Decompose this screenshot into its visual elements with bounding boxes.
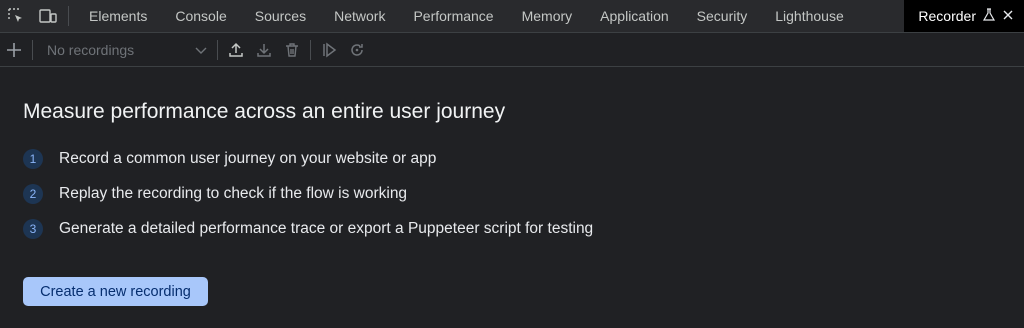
step-text: Record a common user journey on your web… <box>59 150 437 167</box>
replay-icon[interactable] <box>315 34 343 66</box>
step-number-badge: 2 <box>23 184 43 204</box>
tab-network[interactable]: Network <box>320 0 399 32</box>
flask-icon <box>982 7 996 25</box>
page-title: Measure performance across an entire use… <box>23 100 506 123</box>
toolbar-divider <box>32 39 33 60</box>
tab-security[interactable]: Security <box>683 0 762 32</box>
tab-performance[interactable]: Performance <box>399 0 507 32</box>
chevron-down-icon <box>195 42 207 58</box>
recorder-toolbar: No recordings <box>0 33 1024 67</box>
tab-recorder[interactable]: Recorder <box>904 0 1024 32</box>
list-item: 1 Record a common user journey on your w… <box>23 147 1001 171</box>
recording-select-value: No recordings <box>47 41 135 58</box>
tab-elements[interactable]: Elements <box>75 0 161 32</box>
tab-console[interactable]: Console <box>161 0 240 32</box>
list-item: 2 Replay the recording to check if the f… <box>23 182 1001 206</box>
step-number-badge: 3 <box>23 219 43 239</box>
create-recording-button[interactable]: Create a new recording <box>23 277 208 306</box>
toolbar-divider <box>310 39 311 60</box>
step-text: Generate a detailed performance trace or… <box>59 220 594 237</box>
step-text: Replay the recording to check if the flo… <box>59 185 408 202</box>
list-item: 3 Generate a detailed performance trace … <box>23 217 1001 241</box>
toolbar-divider <box>217 39 218 60</box>
recorder-landing: Measure performance across an entire use… <box>0 99 1024 306</box>
steps-list: 1 Record a common user journey on your w… <box>23 147 1001 241</box>
toolbar-divider <box>68 6 69 26</box>
download-icon[interactable] <box>250 34 278 66</box>
devtools-tabbar: Elements Console Sources Network Perform… <box>0 0 1024 33</box>
recording-select[interactable]: No recordings <box>37 38 213 62</box>
tab-recorder-label: Recorder <box>918 8 976 24</box>
upload-icon[interactable] <box>222 34 250 66</box>
tab-sources[interactable]: Sources <box>241 0 320 32</box>
inspect-element-icon[interactable] <box>0 0 32 32</box>
redo-icon[interactable] <box>343 34 371 66</box>
step-number-badge: 1 <box>23 149 43 169</box>
tab-memory[interactable]: Memory <box>508 0 587 32</box>
tab-application[interactable]: Application <box>586 0 683 32</box>
add-icon[interactable] <box>0 34 28 66</box>
delete-icon[interactable] <box>278 34 306 66</box>
tab-lighthouse[interactable]: Lighthouse <box>761 0 858 32</box>
close-icon[interactable] <box>1002 8 1014 24</box>
device-toolbar-icon[interactable] <box>32 0 64 32</box>
